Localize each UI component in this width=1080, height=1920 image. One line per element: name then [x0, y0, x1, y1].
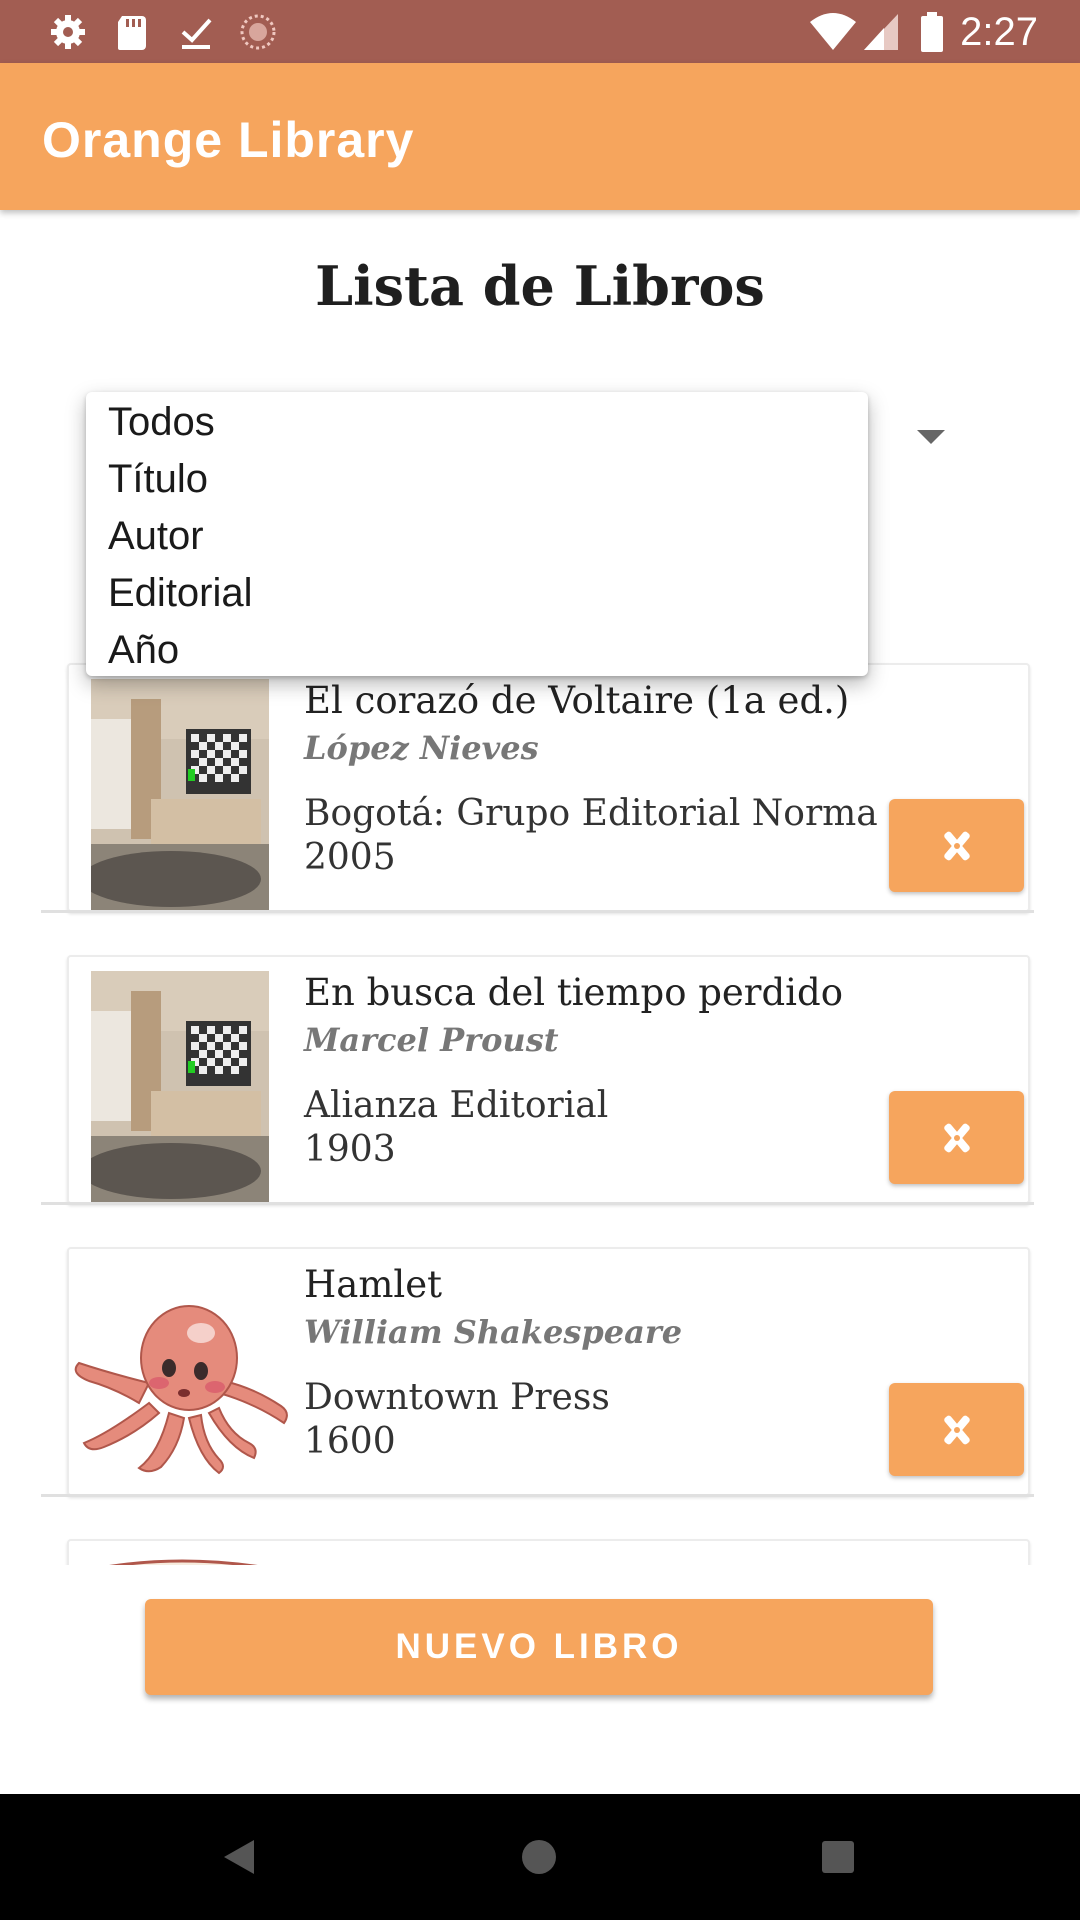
new-book-label: NUEVO LIBRO: [395, 1627, 683, 1666]
dropdown-option-ano[interactable]: Año: [86, 622, 868, 679]
list-divider: [41, 1494, 1034, 1497]
book-publisher: Alianza Editorial: [304, 1085, 609, 1126]
book-year: 2005: [304, 837, 396, 878]
book-publisher: Downtown Press: [304, 1377, 610, 1418]
book-title: En busca del tiempo perdido: [304, 971, 843, 1014]
book-card[interactable]: El corazó de Voltaire (1a ed.) López Nie…: [67, 663, 1030, 913]
book-cover-room-image: [91, 971, 269, 1205]
new-book-button[interactable]: NUEVO LIBRO: [145, 1599, 933, 1695]
status-bar: 2:27: [0, 0, 1080, 63]
remove-book-button[interactable]: [889, 1383, 1024, 1476]
sync-icon: [240, 14, 276, 50]
navigation-bar: [0, 1794, 1080, 1920]
chevron-down-icon[interactable]: [917, 430, 945, 444]
battery-icon: [921, 12, 943, 52]
book-title: Hamlet: [304, 1263, 443, 1306]
dropdown-option-editorial[interactable]: Editorial: [86, 565, 868, 622]
book-cover-room-image: [91, 679, 269, 913]
book-publisher: Bogotá: Grupo Editorial Norma: [304, 793, 878, 834]
sd-card-icon: [118, 16, 146, 50]
book-card[interactable]: [67, 1539, 1030, 1565]
status-time: 2:27: [960, 10, 1038, 54]
dropdown-option-autor[interactable]: Autor: [86, 508, 868, 565]
book-author: William Shakespeare: [304, 1313, 683, 1351]
app-bar: Orange Library: [0, 63, 1080, 210]
gear-icon: [51, 15, 85, 49]
remove-icon: [943, 1415, 970, 1444]
book-author: López Nieves: [304, 729, 539, 767]
list-divider: [41, 910, 1034, 913]
page-title: Lista de Libros: [315, 254, 765, 318]
list-divider: [41, 1202, 1034, 1205]
book-year: 1903: [304, 1129, 396, 1170]
book-cover-octopus-image: [74, 1305, 288, 1475]
book-list[interactable]: El corazó de Voltaire (1a ed.) López Nie…: [0, 655, 1080, 1565]
signal-icon: [864, 14, 898, 50]
wifi-icon: [810, 13, 856, 50]
book-cover-image: [109, 1559, 258, 1565]
home-icon[interactable]: [520, 1838, 558, 1876]
filter-dropdown-menu[interactable]: Todos Título Autor Editorial Año: [86, 392, 868, 676]
recents-icon[interactable]: [821, 1840, 855, 1874]
book-year: 1600: [304, 1421, 396, 1462]
book-title: El corazó de Voltaire (1a ed.): [304, 679, 850, 722]
remove-book-button[interactable]: [889, 799, 1024, 892]
dropdown-option-todos[interactable]: Todos: [86, 394, 868, 451]
book-author: Marcel Proust: [304, 1021, 559, 1059]
remove-icon: [943, 1123, 970, 1152]
app-title: Orange Library: [42, 112, 415, 168]
remove-book-button[interactable]: [889, 1091, 1024, 1184]
remove-icon: [943, 831, 970, 860]
book-card[interactable]: En busca del tiempo perdido Marcel Prous…: [67, 955, 1030, 1205]
book-card[interactable]: Hamlet William Shakespeare Downtown Pres…: [67, 1247, 1030, 1496]
back-icon[interactable]: [222, 1838, 256, 1876]
dropdown-option-titulo[interactable]: Título: [86, 451, 868, 508]
download-done-icon: [181, 18, 212, 49]
